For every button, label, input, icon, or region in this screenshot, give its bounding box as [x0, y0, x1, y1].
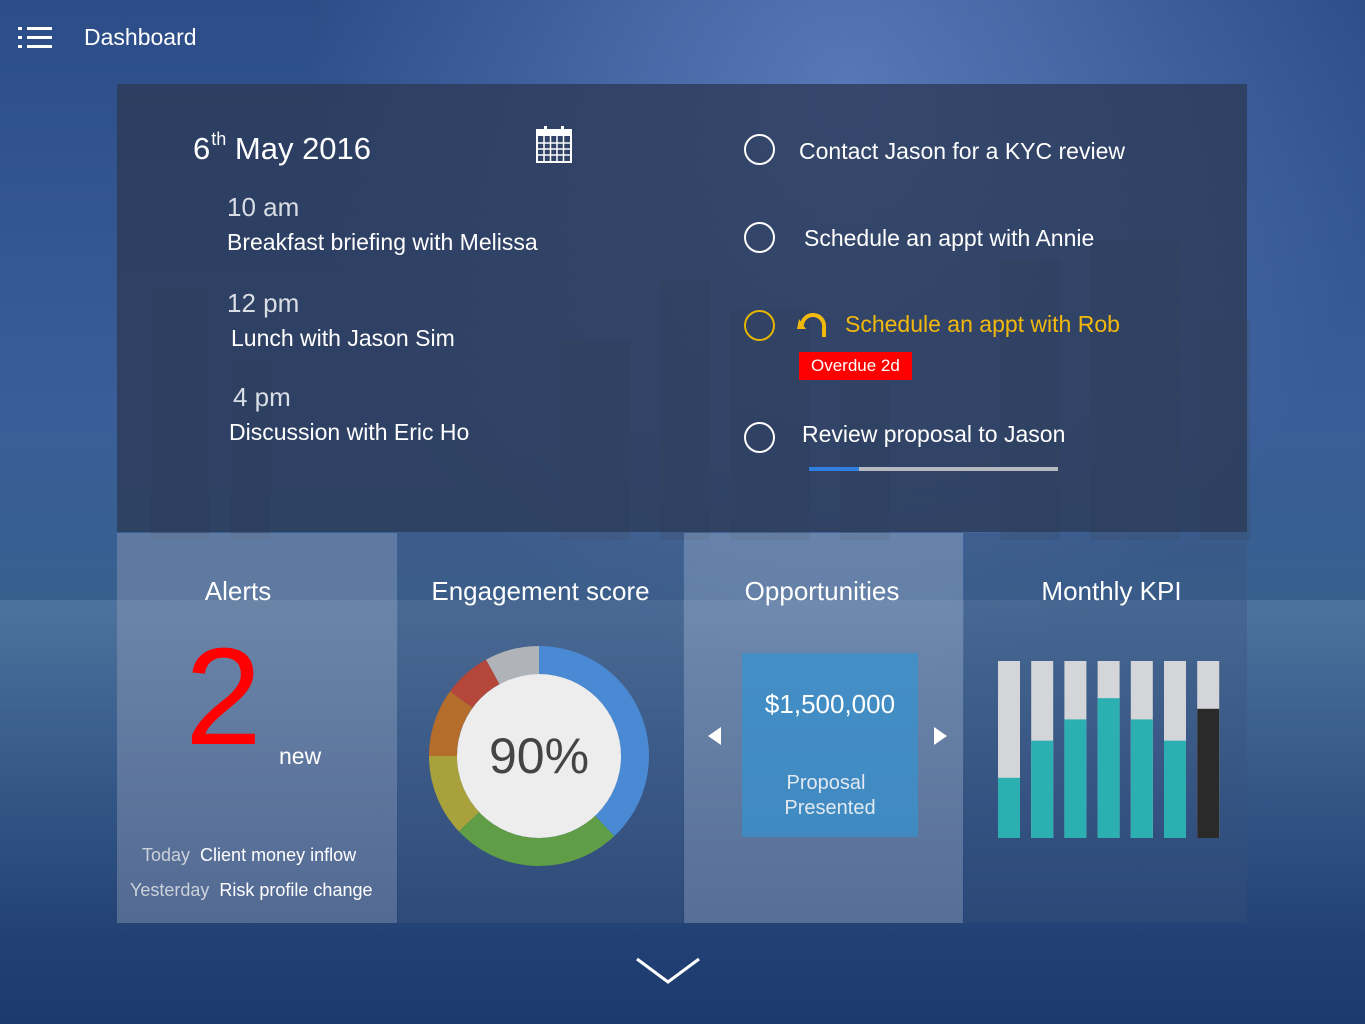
agenda-event-2[interactable]: 12 pm Lunch with Jason Sim	[227, 288, 455, 352]
task-checkbox[interactable]	[744, 134, 775, 165]
page-title: Dashboard	[84, 24, 197, 50]
agenda-date: 6th May 2016	[193, 129, 371, 167]
event-description: Breakfast briefing with Melissa	[227, 229, 538, 255]
event-time: 12 pm	[227, 288, 300, 318]
kpi-bar-chart	[998, 661, 1220, 838]
kpi-bar-4[interactable]	[1097, 698, 1120, 838]
task-label-overdue[interactable]: Schedule an appt with Rob	[845, 311, 1120, 338]
monthly-kpi-tile[interactable]: Monthly KPI	[964, 533, 1247, 923]
alert-text: Client money inflow	[200, 845, 357, 865]
tasks-scrollbar[interactable]	[809, 467, 1058, 471]
opportunity-stage-line2: Presented	[784, 797, 876, 819]
alert-count-label: new	[279, 743, 322, 769]
opportunity-amount: $1,500,000	[764, 689, 896, 719]
agenda-event-3[interactable]: 4 pm Discussion with Eric Ho	[229, 382, 469, 446]
task-checkbox[interactable]	[744, 222, 775, 253]
date-suffix: th	[211, 129, 227, 149]
kpi-bar-7[interactable]	[1197, 708, 1220, 838]
event-time: 10 am	[227, 192, 300, 222]
alert-item[interactable]: Today Client money inflow	[142, 845, 356, 866]
redo-icon[interactable]	[797, 313, 831, 341]
tasks-scrollbar-thumb[interactable]	[809, 467, 859, 471]
event-description: Discussion with Eric Ho	[229, 419, 470, 445]
tile-title: Monthly KPI	[1041, 576, 1182, 606]
alert-item[interactable]: Yesterday Risk profile change	[130, 880, 373, 901]
tile-title: Opportunities	[744, 576, 900, 606]
engagement-score-value: 90%	[488, 728, 590, 784]
opportunities-tile[interactable]: Opportunities $1,500,000 Proposal Presen…	[684, 533, 963, 923]
tile-title: Engagement score	[431, 576, 650, 606]
date-day: 6	[193, 131, 211, 166]
task-label[interactable]: Review proposal to Jason	[802, 421, 1065, 448]
alert-when: Yesterday	[130, 880, 210, 900]
agenda-panel: 6th May 2016 10 am Breakfast briefing wi…	[117, 84, 1247, 532]
alerts-tile[interactable]: Alerts 2 new Today Client money inflow Ye…	[117, 533, 397, 923]
task-label[interactable]: Contact Jason for a KYC review	[799, 138, 1125, 165]
overdue-badge: Overdue 2d	[799, 352, 912, 380]
alert-text: Risk profile change	[219, 880, 373, 900]
next-arrow-icon[interactable]	[934, 727, 947, 745]
tile-title: Alerts	[204, 576, 272, 606]
event-time: 4 pm	[233, 382, 291, 412]
kpi-bar-1[interactable]	[998, 777, 1020, 838]
kpi-bar-2[interactable]	[1031, 740, 1054, 838]
opportunity-stage-line1: Proposal	[786, 772, 866, 794]
alert-count: 2	[185, 620, 262, 774]
kpi-bar-3[interactable]	[1064, 719, 1087, 838]
alert-when: Today	[142, 845, 191, 865]
date-month-year: May 2016	[234, 131, 372, 166]
hamburger-list-icon[interactable]	[18, 27, 52, 49]
opportunity-card[interactable]: $1,500,000 Proposal Presented	[742, 653, 918, 837]
task-checkbox-overdue[interactable]	[744, 310, 775, 341]
task-label[interactable]: Schedule an appt with Annie	[804, 225, 1094, 252]
opportunity-stage: Proposal Presented	[742, 771, 918, 821]
kpi-bar-6[interactable]	[1164, 740, 1186, 838]
kpi-bar-5[interactable]	[1130, 719, 1153, 838]
agenda-event-1[interactable]: 10 am Breakfast briefing with Melissa	[227, 192, 538, 256]
task-checkbox[interactable]	[744, 422, 775, 453]
event-description: Lunch with Jason Sim	[231, 325, 455, 351]
calendar-icon[interactable]	[536, 125, 572, 163]
previous-arrow-icon[interactable]	[708, 727, 721, 745]
chevron-down-icon[interactable]	[635, 955, 701, 987]
engagement-tile[interactable]: Engagement score 90%	[398, 533, 683, 923]
